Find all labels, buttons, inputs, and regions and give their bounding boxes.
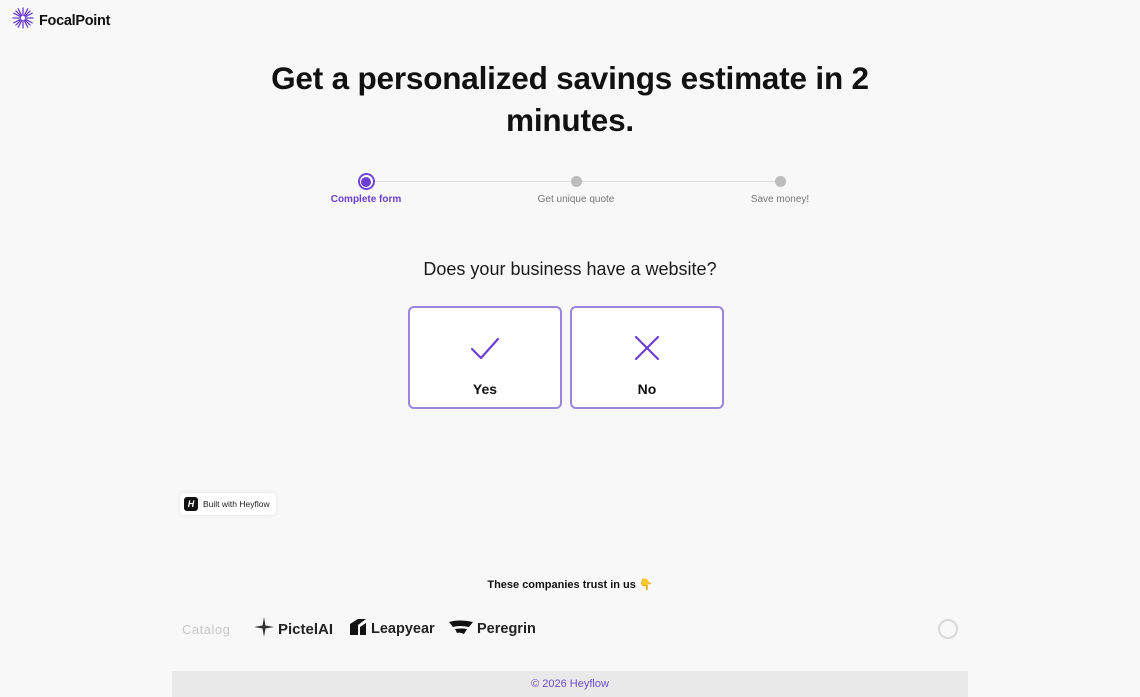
no-option-label: No: [637, 381, 657, 397]
step-active-indicator: [357, 173, 375, 190]
step-complete-form: Complete form: [296, 170, 436, 205]
company-name: Leapyear: [371, 621, 435, 637]
company-logos: Catalog PictelAI Leapyear Peregrin: [182, 616, 962, 642]
badge-text: Built with Heyflow: [203, 499, 270, 509]
starburst-logo-icon: [12, 7, 34, 34]
page-title: Get a personalized savings estimate in 2…: [271, 60, 869, 138]
brand-logo[interactable]: FocalPoint: [12, 7, 110, 34]
step-save-money: Save money!: [710, 170, 850, 205]
company-logo-peregrin: Peregrin: [449, 616, 536, 642]
x-icon: [631, 308, 663, 369]
answer-options: Yes No: [408, 306, 724, 409]
step-inactive-indicator: [774, 176, 786, 187]
company-name: Catalog: [182, 621, 231, 637]
company-logo-catalog: Catalog: [182, 616, 230, 642]
sparkle-icon: [254, 617, 274, 641]
step-get-unique-quote: Get unique quote: [506, 170, 646, 205]
step-label: Complete form: [330, 194, 402, 205]
company-logo-pictelai: PictelAI: [254, 616, 333, 642]
step-label: Save money!: [750, 194, 810, 205]
leapyear-icon: [349, 618, 367, 640]
progress-stepper: Complete form Get unique quote Save mone…: [320, 170, 840, 215]
question-text: Does your business have a website?: [423, 259, 717, 279]
company-name: PictelAI: [278, 620, 334, 638]
trust-heading: These companies trust in us 👇: [487, 579, 653, 591]
company-logo-leapyear: Leapyear: [349, 616, 435, 642]
yes-option-label: Yes: [472, 381, 498, 397]
no-option-button[interactable]: No: [570, 306, 724, 409]
loading-ring-icon: [938, 619, 958, 639]
step-label: Get unique quote: [537, 194, 615, 205]
peregrin-icon: [449, 619, 473, 639]
checkmark-icon: [469, 308, 501, 369]
brand-name: FocalPoint: [39, 12, 111, 29]
yes-option-button[interactable]: Yes: [408, 306, 562, 409]
footer-copyright: © 2026 Heyflow: [531, 678, 609, 690]
built-with-heyflow-badge[interactable]: H Built with Heyflow: [180, 493, 276, 515]
company-name: Peregrin: [477, 621, 536, 637]
heyflow-h-icon: H: [184, 497, 198, 511]
footer: © 2026 Heyflow: [172, 671, 968, 697]
step-inactive-indicator: [570, 176, 582, 187]
